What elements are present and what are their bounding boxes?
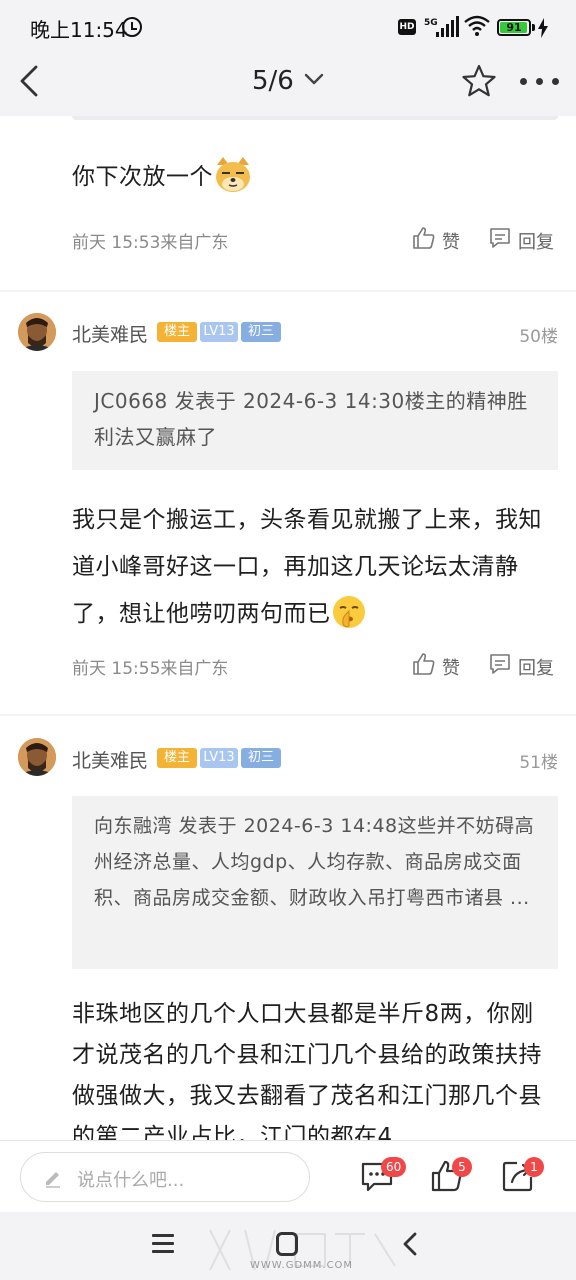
watermark-text: WWW.GDMM.COM <box>250 1260 354 1271</box>
post-text: 你下次放一个 <box>72 156 542 197</box>
post-meta: 前天 15:55来自广东 <box>72 659 229 679</box>
battery-level: 91 <box>506 21 522 34</box>
comment-input[interactable]: 说点什么吧... <box>20 1152 310 1202</box>
system-back-icon[interactable] <box>400 1232 420 1256</box>
post-card-top <box>0 116 576 290</box>
comment-icon <box>490 228 510 248</box>
rank-badge: 初三 <box>241 748 281 768</box>
quote-block[interactable]: JC0668 发表于 2024-6-3 14:30楼主的精神胜利法又赢麻了 <box>72 371 558 470</box>
like-label: 赞 <box>442 232 460 253</box>
owner-badge: 楼主 <box>157 322 197 342</box>
like-count-badge: 5 <box>452 1157 472 1177</box>
chevron-down-icon[interactable] <box>304 72 324 88</box>
thumbs-up-icon <box>413 653 435 675</box>
quote-text: 向东融湾 发表于 2024-6-3 14:48这些并不妨碍高州经济总量、人均gd… <box>94 815 535 909</box>
system-nav-bar: WWW.GDMM.COM <box>0 1212 576 1280</box>
wifi-icon <box>464 15 490 36</box>
network-type: 5G <box>424 18 438 28</box>
more-options-icon[interactable] <box>520 78 560 86</box>
floor-number: 50楼 <box>519 327 558 347</box>
alarm-icon <box>122 17 142 37</box>
menu-icon[interactable] <box>152 1234 174 1254</box>
username[interactable]: 北美难民 <box>72 746 148 773</box>
post-meta: 前天 15:53来自广东 <box>72 233 229 253</box>
status-time: 晚上11:54 <box>30 18 128 42</box>
back-icon[interactable] <box>16 64 46 98</box>
avatar[interactable] <box>18 313 56 351</box>
battery-icon: 91 <box>497 19 531 36</box>
rank-badge: 初三 <box>241 322 281 342</box>
comment-placeholder: 说点什么吧... <box>77 1170 185 1191</box>
thumbs-up-icon <box>413 227 435 249</box>
charging-icon <box>538 18 548 38</box>
page-indicator[interactable]: 5/6 <box>252 66 294 96</box>
quote-text: JC0668 发表于 2024-6-3 14:30楼主的精神胜利法又赢麻了 <box>94 389 528 449</box>
shushing-face-emoji-icon <box>332 595 365 628</box>
post-text: 我只是个搬运工，头条看见就搬了上来，我知道小峰哥好这一口，再加这几天论坛太清静了… <box>72 497 544 638</box>
quote-stub <box>72 116 558 120</box>
signal-icon: 5G <box>424 16 459 37</box>
star-icon[interactable] <box>462 64 496 98</box>
reply-label: 回复 <box>518 232 554 253</box>
quote-block[interactable]: 向东融湾 发表于 2024-6-3 14:48这些并不妨碍高州经济总量、人均gd… <box>72 796 558 969</box>
owner-badge: 楼主 <box>157 748 197 768</box>
avatar[interactable] <box>18 738 56 776</box>
status-bar: 晚上11:54 HD 5G 91 <box>0 0 576 46</box>
home-icon[interactable] <box>276 1232 298 1256</box>
nav-bar: 5/6 <box>0 46 576 116</box>
share-count-badge: 1 <box>524 1157 544 1177</box>
like-label: 赞 <box>442 658 460 679</box>
post-text: 非珠地区的几个人口大县都是半斤8两，你刚才说茂名的几个县和江门几个县给的政策扶持… <box>72 1001 542 1140</box>
comment-icon <box>490 654 510 674</box>
level-badge: LV13 <box>200 322 238 342</box>
pencil-icon <box>46 1172 60 1188</box>
floor-number: 51楼 <box>519 753 558 773</box>
dog-emoji-icon <box>216 156 250 192</box>
username[interactable]: 北美难民 <box>72 320 148 347</box>
bottom-action-bar: 说点什么吧... 60 5 1 <box>0 1140 576 1212</box>
hd-icon: HD <box>398 19 416 35</box>
reply-label: 回复 <box>518 658 554 679</box>
comment-count-badge: 60 <box>381 1157 407 1177</box>
level-badge: LV13 <box>200 748 238 768</box>
